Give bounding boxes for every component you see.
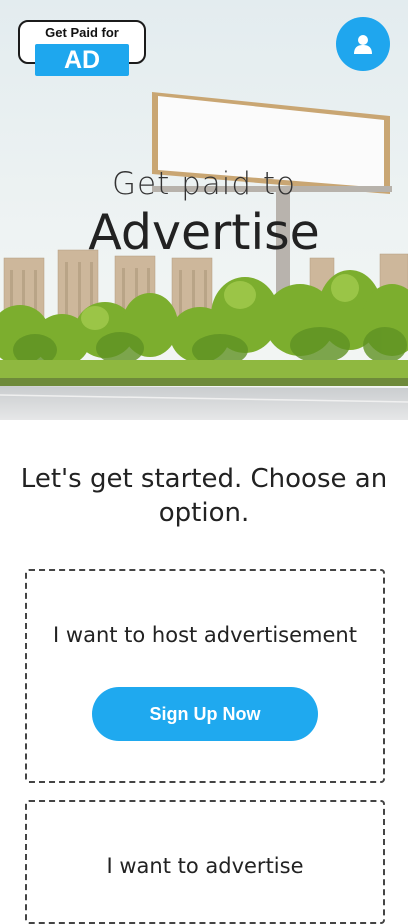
option-card-advertise[interactable]: I want to advertise (25, 800, 385, 924)
logo-ad-badge: AD (35, 44, 129, 76)
logo-top-text: Get Paid for (45, 25, 119, 40)
logo[interactable]: Get Paid for AD (18, 20, 146, 76)
option-card-host: I want to host advertisement Sign Up Now (25, 569, 385, 783)
hero-subtitle: Get paid to (111, 166, 297, 202)
sign-up-now-button[interactable]: Sign Up Now (92, 687, 318, 741)
hero-title: Advertise (88, 204, 320, 261)
hero-banner: Get Paid for AD Get paid to Advertise (0, 0, 408, 420)
user-icon (354, 35, 372, 54)
profile-button[interactable] (336, 17, 390, 71)
option-host-label: I want to host advertisement (53, 623, 357, 647)
section-heading: Let's get started. Choose an option. (20, 464, 388, 528)
option-advertise-label: I want to advertise (106, 854, 304, 878)
